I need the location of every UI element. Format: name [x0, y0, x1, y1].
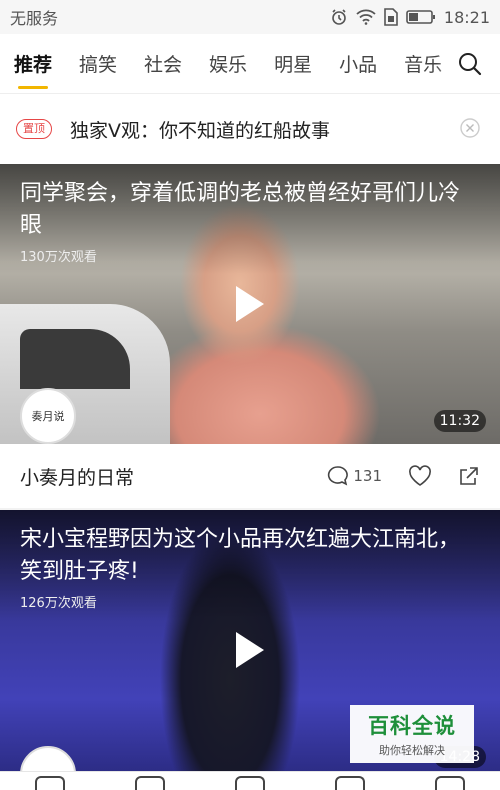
video-duration: 11:32: [433, 410, 486, 432]
tab-society[interactable]: 社会: [144, 50, 182, 77]
view-count: 130万次观看: [20, 250, 97, 265]
close-icon[interactable]: [460, 118, 480, 138]
sim-icon: [384, 8, 398, 26]
video-actions: 131: [327, 465, 480, 487]
comment-count: 131: [353, 467, 382, 485]
tab-celebrity[interactable]: 明星: [274, 50, 312, 77]
author-row: 小奏月的日常 131: [0, 444, 500, 508]
watermark-logo: 百科全说 助你轻松解决: [350, 705, 474, 763]
video-card-1[interactable]: 同学聚会，穿着低调的老总被曾经好哥们儿冷眼 130万次观看 11:32 奏月说: [0, 164, 500, 444]
avatar[interactable]: 奏月说: [20, 388, 76, 444]
category-tabs: 推荐 搞笑 社会 娱乐 明星 小品 音乐: [0, 34, 500, 94]
video-title[interactable]: 宋小宝程野因为这个小品再次红遍大江南北，笑到肚子疼!: [20, 524, 480, 588]
search-icon: [459, 53, 482, 76]
alarm-icon: [332, 9, 346, 25]
play-icon[interactable]: [236, 632, 264, 668]
tab-recommended[interactable]: 推荐: [14, 50, 52, 89]
status-bar: 无服务 18:21: [0, 0, 500, 34]
nav-profile-icon[interactable]: [435, 776, 465, 790]
carrier-text: 无服务: [10, 9, 59, 28]
status-icons: 18:21: [330, 8, 490, 27]
comment-icon: [328, 466, 349, 486]
bottom-nav: [0, 771, 500, 790]
nav-topic-icon[interactable]: [235, 776, 265, 790]
view-count: 126万次观看: [20, 596, 97, 611]
watermark-subtitle: 助你轻松解决: [379, 744, 445, 757]
battery-icon: [406, 10, 435, 24]
tab-entertainment[interactable]: 娱乐: [209, 50, 247, 77]
share-icon[interactable]: [458, 465, 480, 487]
wifi-icon: [356, 9, 376, 25]
like-icon[interactable]: [408, 465, 432, 487]
pinned-title[interactable]: 独家V观：你不知道的红船故事: [70, 116, 330, 143]
tab-funny[interactable]: 搞笑: [79, 50, 117, 77]
watermark-title: 百科全说: [368, 714, 456, 738]
search-button[interactable]: [436, 34, 500, 93]
clock-text: 18:21: [443, 7, 490, 27]
video-title[interactable]: 同学聚会，穿着低调的老总被曾经好哥们儿冷眼: [20, 178, 480, 242]
nav-message-icon[interactable]: [335, 776, 365, 790]
pinned-badge: 置顶: [16, 119, 52, 139]
tab-sketch[interactable]: 小品: [339, 50, 377, 77]
nav-home-icon[interactable]: [35, 776, 65, 790]
play-icon[interactable]: [236, 286, 264, 322]
nav-video-icon[interactable]: [135, 776, 165, 790]
comment-button[interactable]: 131: [327, 465, 382, 487]
avatar-label: 奏月说: [31, 410, 65, 423]
author-name[interactable]: 小奏月的日常: [20, 463, 327, 490]
pinned-item[interactable]: 置顶 独家V观：你不知道的红船故事: [0, 94, 500, 164]
video-thumbnail-window: [20, 329, 130, 389]
